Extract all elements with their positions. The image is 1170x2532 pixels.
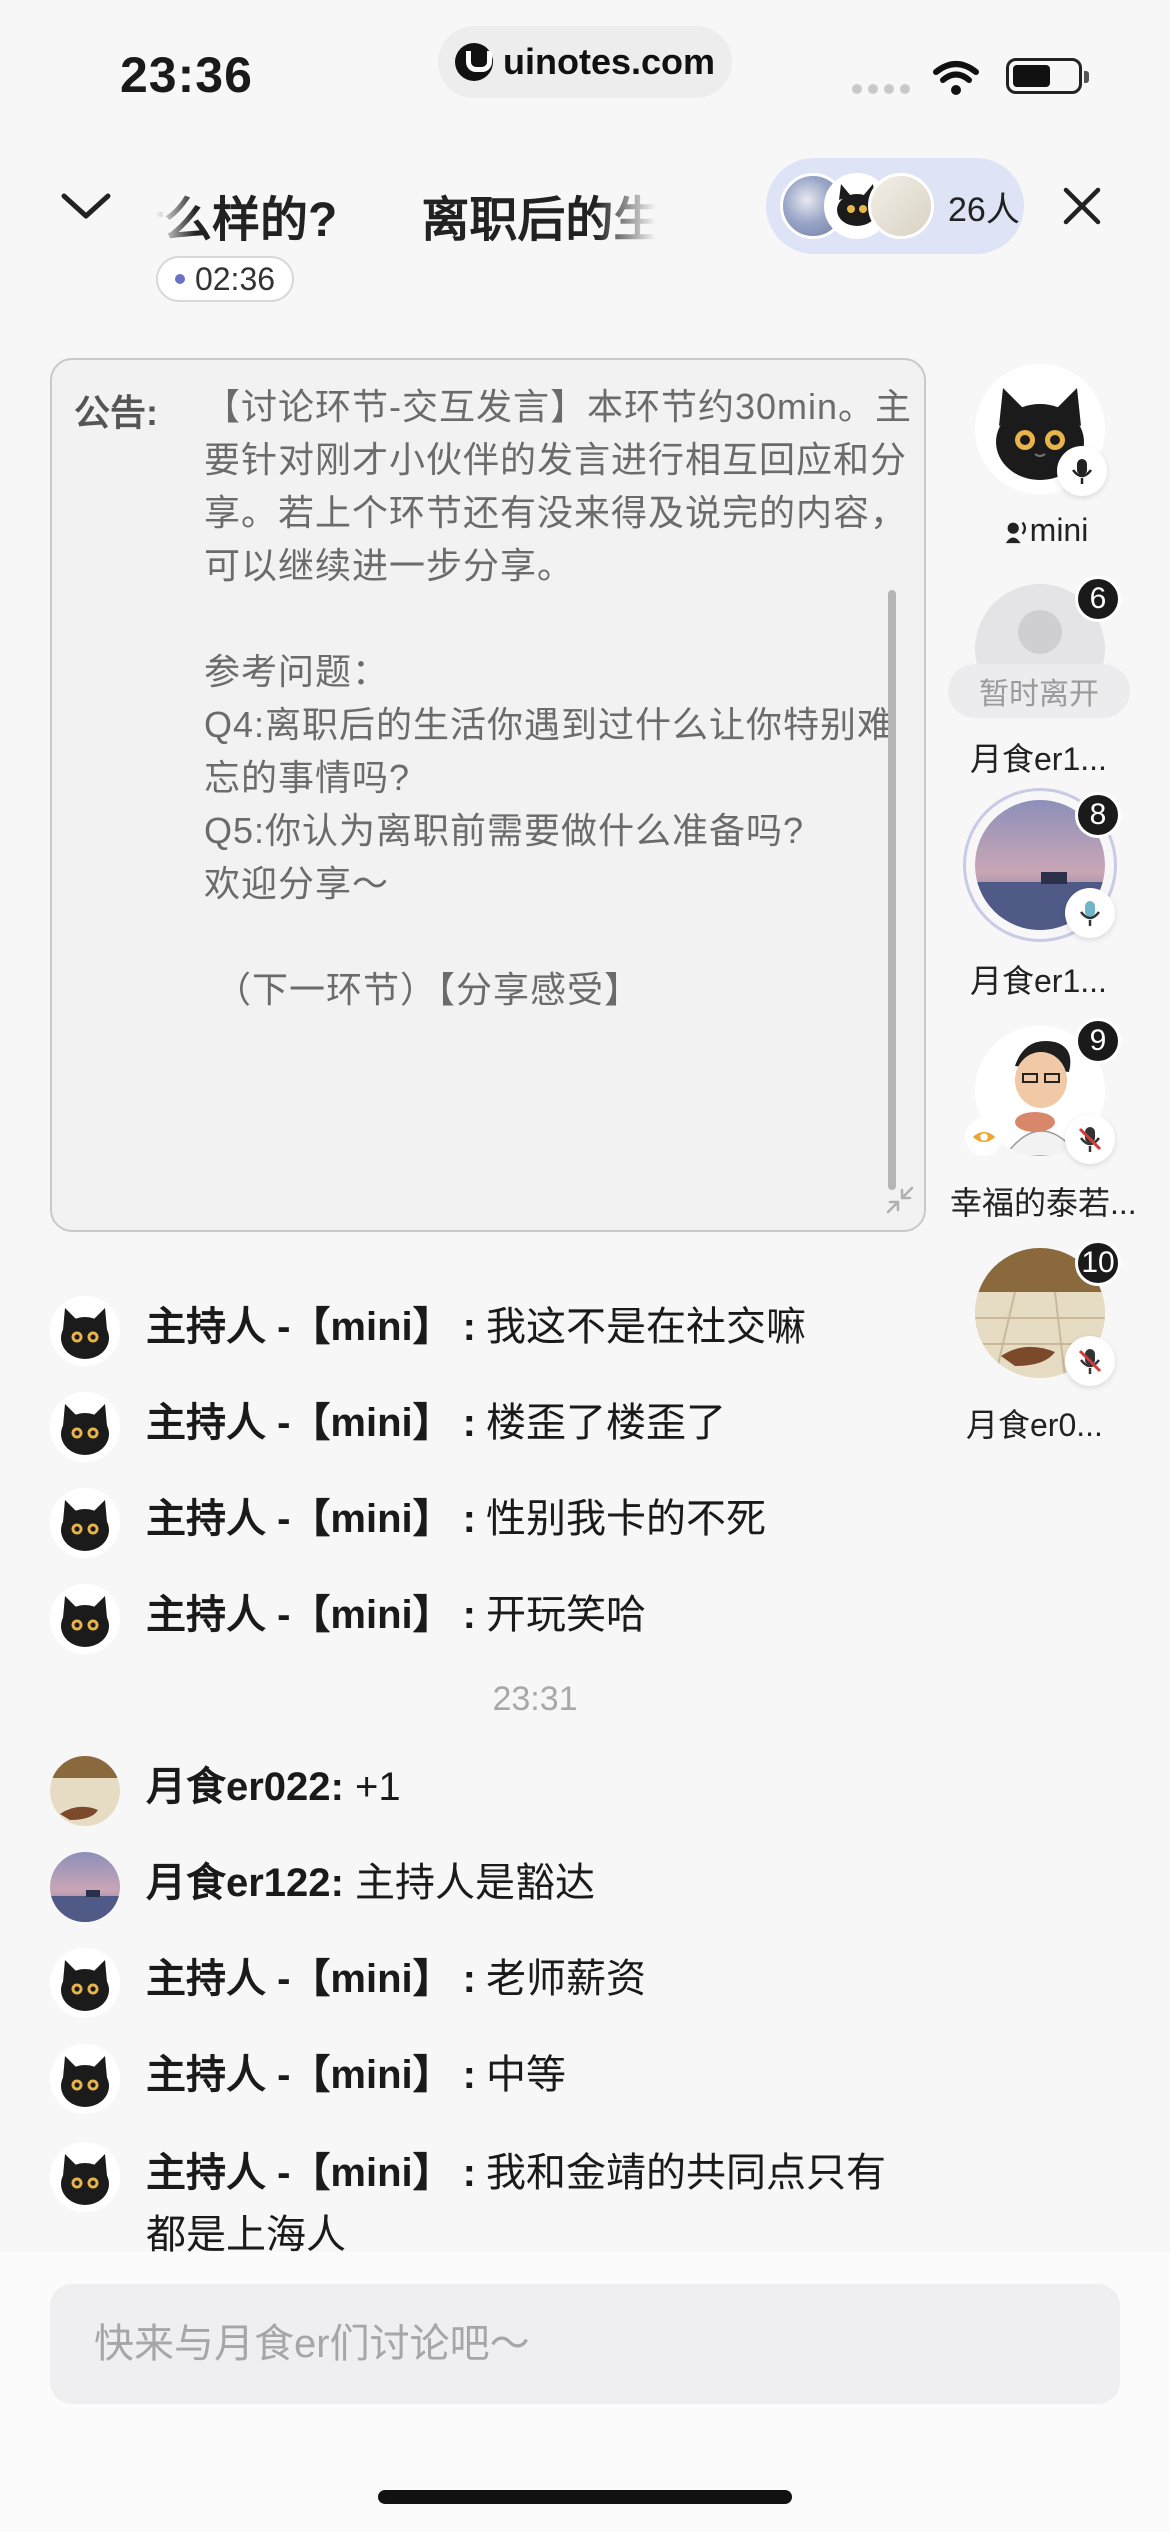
chat-separator: :	[330, 1765, 344, 1809]
status-time: 23:36	[120, 47, 253, 103]
chat-text: 开玩笑哈	[486, 1593, 646, 1637]
participant-name: mini	[985, 512, 1105, 549]
chat-sender: 主持人 -【mini】	[146, 1401, 453, 1445]
chat-message[interactable]: 月食er022: +1	[50, 1756, 966, 1826]
home-indicator[interactable]	[378, 2490, 792, 2504]
announcement-body: 【讨论环节-交互发言】本环节约30min。主要针对刚才小伙伴的发言进行相互回应和…	[204, 386, 913, 1010]
chat-message[interactable]: 主持人 -【mini】: 老师薪资	[50, 1948, 966, 2018]
participant-name: 月食er1...	[970, 963, 1107, 999]
participant-badge: 6	[1075, 576, 1121, 622]
chat-separator: :	[462, 1305, 476, 1349]
participant-badge: 8	[1075, 792, 1121, 838]
timer-text: 02:36	[194, 260, 276, 297]
chat-message[interactable]: 主持人 -【mini】: 我这不是在社交嘛	[50, 1296, 966, 1366]
chat-message[interactable]: 月食er122: 主持人是豁达	[50, 1852, 966, 1922]
participant-name: 月食er0...	[966, 1407, 1103, 1443]
chat-message-body: 主持人 -【mini】: 中等	[146, 2044, 966, 2106]
participant-4[interactable]: 9	[965, 1018, 1121, 1164]
chat-sender: 主持人 -【mini】	[146, 2151, 453, 2195]
chat-avatar[interactable]	[50, 1296, 120, 1366]
participant-name: 幸福的泰若...	[950, 1185, 1137, 1221]
mic-on-icon	[1065, 888, 1115, 938]
battery-icon	[1006, 58, 1089, 94]
chat-text: 中等	[486, 2053, 566, 2097]
chat-input[interactable]	[50, 2284, 1120, 2404]
url-pill[interactable]: uinotes.com	[438, 26, 732, 98]
chat-message-body: 主持人 -【mini】: 老师薪资	[146, 1948, 966, 2010]
room-title-segment: 什么样的?	[156, 194, 338, 247]
chat-avatar[interactable]	[50, 1852, 120, 1922]
member-count: 26人	[948, 190, 1020, 229]
announcement-panel[interactable]: 公告: 【讨论环节-交互发言】本环节约30min。主要针对刚才小伙伴的发言进行相…	[50, 358, 926, 1232]
chat-avatar[interactable]	[50, 1948, 120, 2018]
participant-5[interactable]: 10	[975, 1240, 1121, 1386]
chat-text: 楼歪了楼歪了	[486, 1401, 726, 1445]
chat-avatar[interactable]	[50, 2142, 120, 2212]
chat-text: 主持人是豁达	[343, 1861, 596, 1905]
chat-text: 我这不是在社交嘛	[486, 1305, 806, 1349]
mic-off-icon	[1065, 1114, 1115, 1164]
chat-sender: 主持人 -【mini】	[146, 1305, 453, 1349]
chat-sender: 主持人 -【mini】	[146, 1957, 453, 2001]
chat-message-body: 主持人 -【mini】: 我和金靖的共同点只有都是上海人	[146, 2142, 916, 2266]
chat-separator: :	[462, 1401, 476, 1445]
participant-badge: 9	[1075, 1018, 1121, 1064]
chat-sender: 主持人 -【mini】	[146, 1593, 453, 1637]
site-logo-icon	[454, 43, 493, 81]
chat-message[interactable]: 主持人 -【mini】: 中等	[50, 2044, 966, 2114]
speaker-icon	[1005, 521, 1026, 544]
chat-separator: :	[330, 1861, 344, 1905]
chat-message[interactable]: 主持人 -【mini】: 开玩笑哈	[50, 1584, 966, 1654]
chat-message[interactable]: 主持人 -【mini】: 性别我卡的不死	[50, 1488, 966, 1558]
chat-message-body: 主持人 -【mini】: 楼歪了楼歪了	[146, 1392, 966, 1454]
chat-avatar[interactable]	[50, 1392, 120, 1462]
chat-separator: :	[462, 1957, 476, 2001]
chat-message-body: 月食er022: +1	[146, 1756, 966, 1818]
collapse-arrows-icon[interactable]	[882, 1182, 918, 1218]
away-status-tag: 暂时离开	[948, 664, 1130, 718]
cellular-signal-icon	[852, 84, 910, 94]
chat-sender: 月食er122	[146, 1861, 331, 1905]
speaking-timer: 02:36	[156, 256, 294, 302]
announcement-label: 公告:	[74, 392, 158, 433]
chat-sender: 主持人 -【mini】	[146, 2053, 453, 2097]
mic-off-icon	[1065, 1336, 1115, 1386]
members-button[interactable]: 26人	[766, 158, 1024, 254]
chat-avatar[interactable]	[50, 1756, 120, 1826]
live-dot-icon	[174, 274, 185, 284]
eye-icon	[965, 1118, 1003, 1156]
room-title-marquee: 什么样的? 离职后的生活	[156, 168, 656, 248]
chat-separator: :	[462, 2151, 476, 2195]
chat-avatar[interactable]	[50, 1584, 120, 1654]
announcement-scrollbar[interactable]	[888, 590, 896, 1190]
chat-message-body: 主持人 -【mini】: 我这不是在社交嘛	[146, 1296, 966, 1358]
chat-separator: :	[462, 1593, 476, 1637]
participant-3[interactable]: 8	[963, 788, 1121, 942]
participant-badge: 10	[1075, 1240, 1121, 1286]
chat-message[interactable]: 主持人 -【mini】: 楼歪了楼歪了	[50, 1392, 966, 1462]
participant-host[interactable]	[975, 364, 1107, 496]
chat-timestamp: 23:31	[492, 1680, 578, 1718]
chat-avatar[interactable]	[50, 2044, 120, 2114]
chat-message-body: 主持人 -【mini】: 开玩笑哈	[146, 1584, 966, 1646]
chat-sender: 月食er022	[146, 1765, 331, 1809]
chat-sender: 主持人 -【mini】	[146, 1497, 453, 1541]
room-title-segment: 离职后的生活	[421, 194, 656, 247]
chevron-down-icon[interactable]	[56, 180, 116, 230]
wifi-icon	[933, 61, 979, 95]
chat-text: +1	[343, 1765, 401, 1809]
close-icon[interactable]	[1058, 182, 1106, 230]
chat-text: 老师薪资	[486, 1957, 646, 2001]
chat-message-body: 主持人 -【mini】: 性别我卡的不死	[146, 1488, 966, 1550]
chat-separator: :	[462, 2053, 476, 2097]
participant-name: 月食er1...	[970, 741, 1107, 777]
mic-on-icon	[1057, 446, 1107, 496]
url-text: uinotes.com	[502, 41, 716, 82]
chat-avatar[interactable]	[50, 1488, 120, 1558]
chat-message-body: 月食er122: 主持人是豁达	[146, 1852, 966, 1914]
member-avatar	[868, 173, 934, 239]
chat-separator: :	[462, 1497, 476, 1541]
chat-text: 性别我卡的不死	[486, 1497, 766, 1541]
chat-message[interactable]: 主持人 -【mini】: 我和金靖的共同点只有都是上海人	[50, 2142, 916, 2266]
